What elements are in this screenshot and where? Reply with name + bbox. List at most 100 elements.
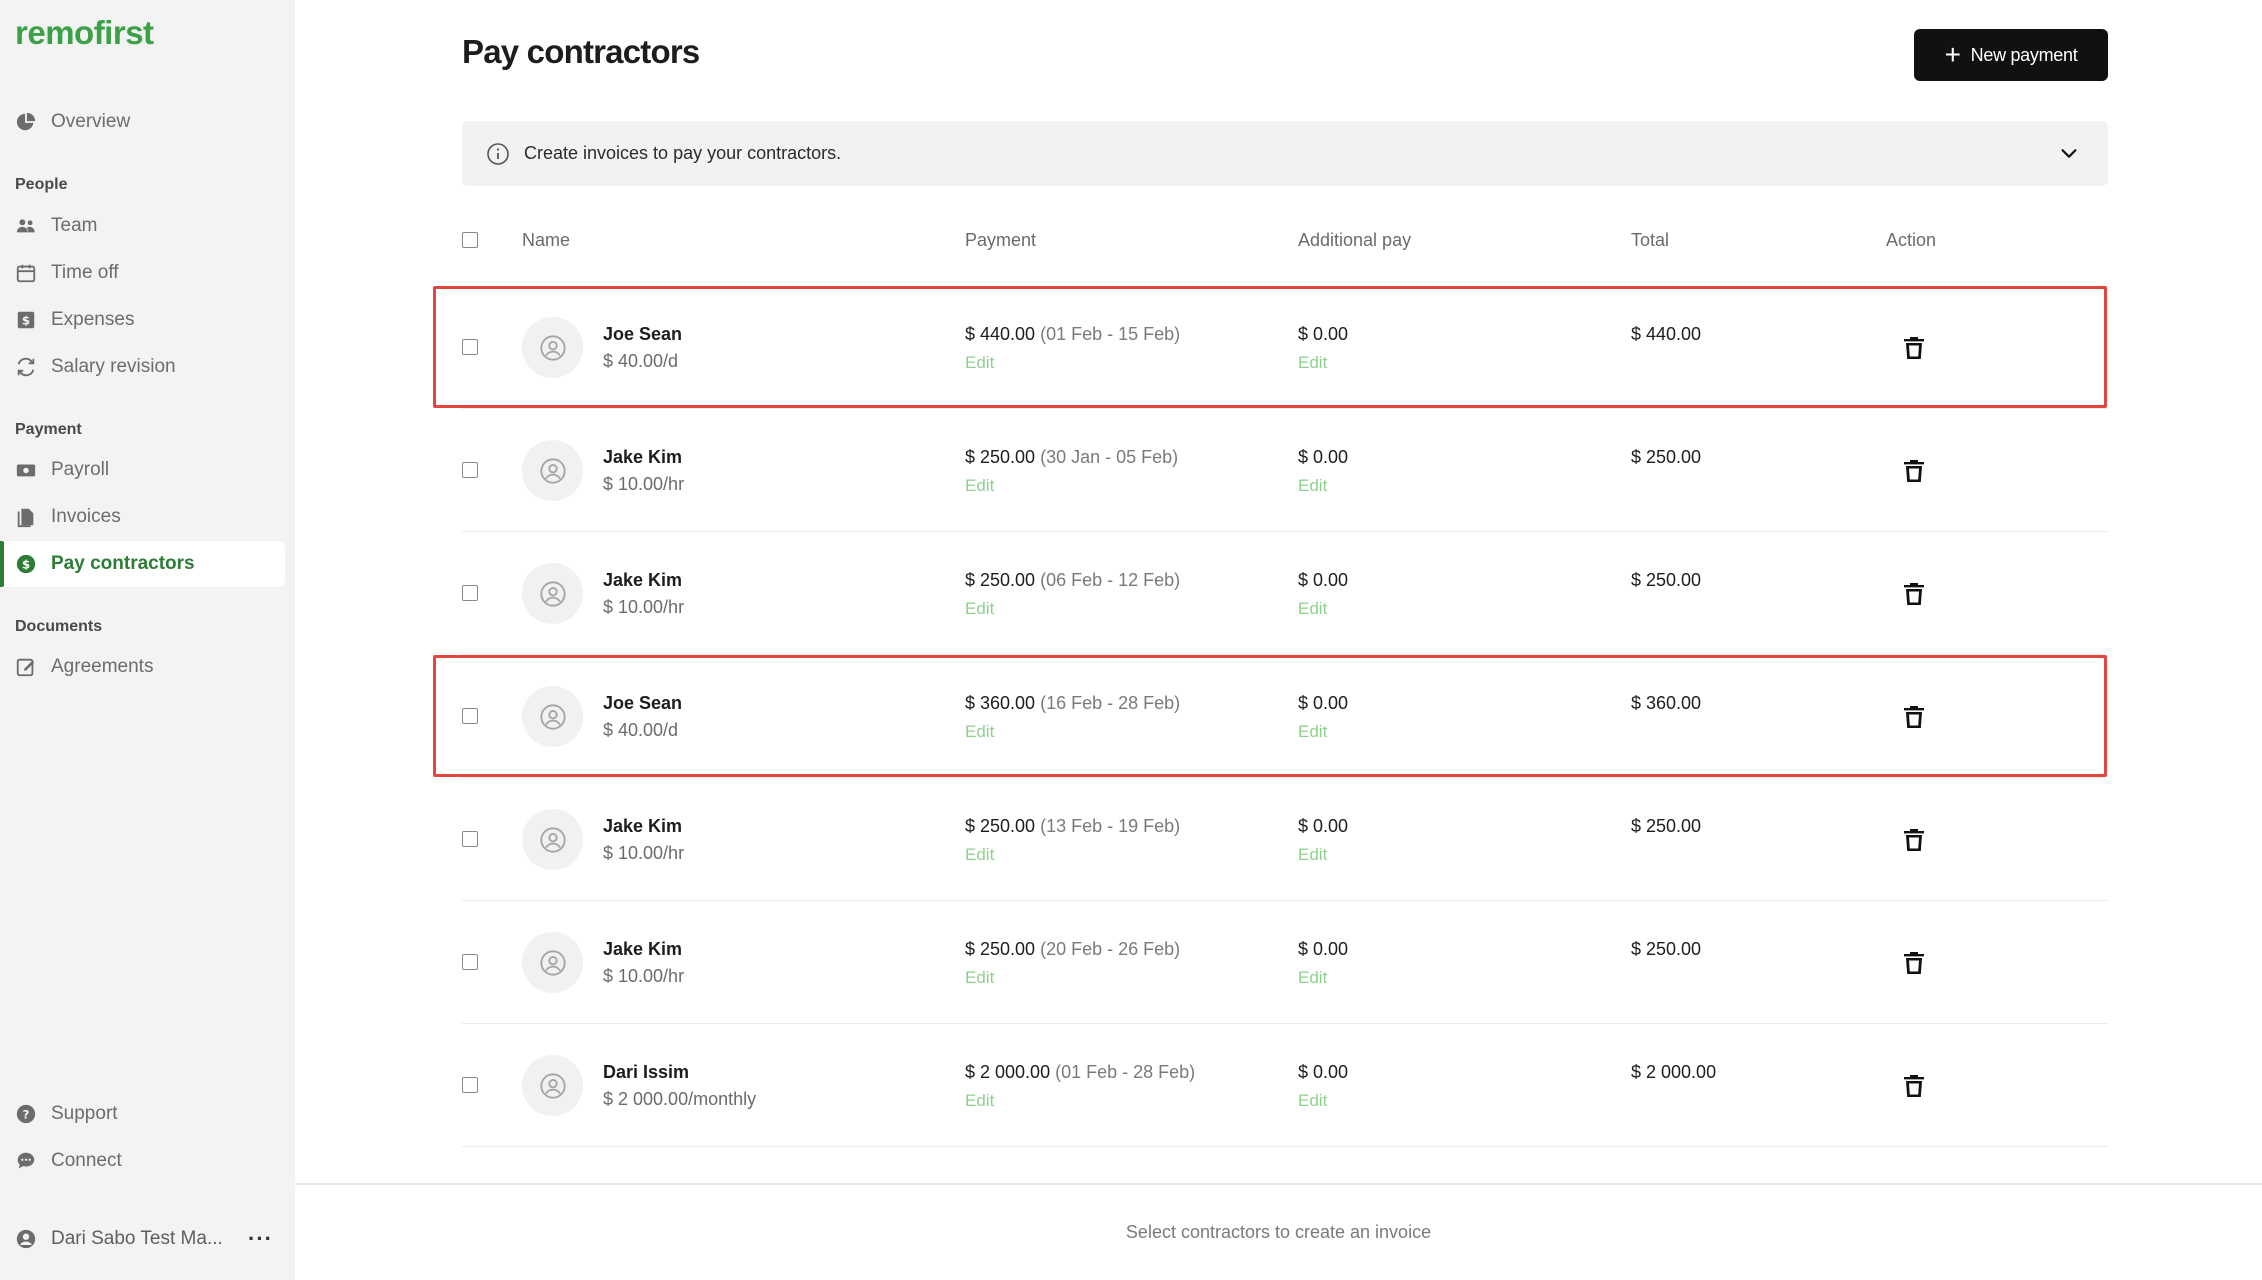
payment-period: (06 Feb - 12 Feb) bbox=[1040, 570, 1181, 590]
edit-additional-pay-link[interactable]: Edit bbox=[1298, 722, 1327, 742]
chevron-down-icon[interactable] bbox=[2058, 142, 2080, 164]
edit-payment-link[interactable]: Edit bbox=[965, 476, 994, 496]
edit-additional-pay-link[interactable]: Edit bbox=[1298, 968, 1327, 988]
svg-text:$: $ bbox=[22, 314, 30, 328]
sidebar-item-agreements[interactable]: Agreements bbox=[0, 644, 285, 690]
new-payment-button[interactable]: + New payment bbox=[1914, 29, 2108, 81]
row-checkbox[interactable] bbox=[462, 831, 478, 847]
row-checkbox[interactable] bbox=[462, 462, 478, 478]
payment-amount: $ 250.00 (20 Feb - 26 Feb) bbox=[965, 939, 1180, 960]
select-all-checkbox[interactable] bbox=[462, 232, 478, 248]
sidebar-item-support[interactable]: ? Support bbox=[0, 1091, 285, 1137]
table-row[interactable]: Jake Kim $ 10.00/hr $ 250.00 (20 Feb - 26 … bbox=[462, 901, 2108, 1024]
svg-text:?: ? bbox=[23, 1108, 30, 1122]
user-icon bbox=[15, 1228, 37, 1250]
user-icon bbox=[539, 826, 566, 853]
contractor-name: Dari Issim bbox=[603, 1062, 690, 1082]
contractor-rate: $ 10.00/hr bbox=[603, 597, 685, 617]
info-banner[interactable]: Create invoices to pay your contractors. bbox=[462, 121, 2108, 186]
help-icon: ? bbox=[15, 1103, 37, 1125]
column-header-name: Name bbox=[522, 230, 571, 250]
sidebar-item-time-off[interactable]: Time off bbox=[0, 250, 285, 296]
table-row[interactable]: Jake Kim $ 10.00/hr $ 250.00 (30 Jan - 05 … bbox=[462, 409, 2108, 532]
trash-icon[interactable] bbox=[1902, 581, 1926, 607]
table-row[interactable]: Joe Sean $ 40.00/d $ 360.00 (16 Feb - 28 F… bbox=[462, 655, 2108, 778]
contractor-rate: $ 10.00/hr bbox=[603, 966, 685, 986]
contractor-rate: $ 40.00/d bbox=[603, 720, 679, 740]
row-checkbox[interactable] bbox=[462, 708, 478, 724]
table-row[interactable]: Joe Sean $ 40.00/d $ 440.00 (01 Feb - 15 F… bbox=[462, 286, 2108, 409]
edit-payment-link[interactable]: Edit bbox=[965, 353, 994, 373]
row-checkbox[interactable] bbox=[462, 954, 478, 970]
sidebar-item-overview[interactable]: Overview bbox=[0, 99, 285, 145]
payment-value: $ 250.00 bbox=[965, 816, 1036, 836]
user-icon bbox=[539, 457, 566, 484]
trash-icon[interactable] bbox=[1902, 1073, 1926, 1099]
sidebar-item-payroll[interactable]: Payroll bbox=[0, 447, 285, 493]
sidebar-item-salary-revision[interactable]: Salary revision bbox=[0, 344, 285, 390]
sidebar-item-invoices[interactable]: Invoices bbox=[0, 494, 285, 540]
edit-additional-pay-link[interactable]: Edit bbox=[1298, 845, 1327, 865]
edit-additional-pay-link[interactable]: Edit bbox=[1298, 353, 1327, 373]
payment-amount: $ 360.00 (16 Feb - 28 Feb) bbox=[965, 693, 1180, 714]
trash-icon[interactable] bbox=[1902, 335, 1926, 361]
payment-period: (20 Feb - 26 Feb) bbox=[1040, 939, 1181, 959]
invoices-icon bbox=[15, 506, 37, 528]
sidebar-item-label: Expenses bbox=[51, 309, 135, 330]
user-icon bbox=[539, 949, 566, 976]
sidebar-item-pay-contractors[interactable]: $ Pay contractors bbox=[0, 541, 285, 587]
edit-additional-pay-link[interactable]: Edit bbox=[1298, 599, 1327, 619]
payment-period: (01 Feb - 15 Feb) bbox=[1040, 324, 1181, 344]
edit-payment-link[interactable]: Edit bbox=[965, 1091, 994, 1111]
edit-payment-link[interactable]: Edit bbox=[965, 722, 994, 742]
page-title: Pay contractors bbox=[462, 33, 700, 70]
payment-value: $ 250.00 bbox=[965, 447, 1036, 467]
table-row[interactable]: Dari Issim $ 2 000.00/monthly $ 2 000.00 (… bbox=[462, 1024, 2108, 1147]
total-amount: $ 250.00 bbox=[1631, 447, 1702, 467]
trash-icon[interactable] bbox=[1902, 458, 1926, 484]
row-checkbox[interactable] bbox=[462, 585, 478, 601]
sidebar: remofirst Overview People Team Time off $ E… bbox=[0, 0, 295, 1280]
additional-pay: $ 0.00 bbox=[1298, 1062, 1349, 1082]
sidebar-item-label: Connect bbox=[51, 1150, 122, 1171]
edit-payment-link[interactable]: Edit bbox=[965, 599, 994, 619]
row-checkbox[interactable] bbox=[462, 1077, 478, 1093]
user-menu[interactable]: Dari Sabo Test Ma... ··· bbox=[0, 1218, 285, 1260]
contractor-name: Jake Kim bbox=[603, 939, 683, 959]
contractor-name: Jake Kim bbox=[603, 570, 683, 590]
additional-pay: $ 0.00 bbox=[1298, 816, 1349, 836]
sidebar-item-label: Team bbox=[51, 215, 98, 236]
table-row[interactable]: Jake Kim $ 10.00/hr $ 250.00 (13 Feb - 19 … bbox=[462, 778, 2108, 901]
sidebar-item-label: Overview bbox=[51, 111, 131, 132]
payment-amount: $ 250.00 (06 Feb - 12 Feb) bbox=[965, 570, 1180, 591]
edit-payment-link[interactable]: Edit bbox=[965, 968, 994, 988]
trash-icon[interactable] bbox=[1902, 704, 1926, 730]
more-icon[interactable]: ··· bbox=[248, 1226, 273, 1252]
column-header-additional-pay: Additional pay bbox=[1298, 230, 1412, 250]
user-icon bbox=[539, 703, 566, 730]
logo[interactable]: remofirst bbox=[15, 14, 154, 52]
sidebar-item-team[interactable]: Team bbox=[0, 203, 285, 249]
sidebar-item-expenses[interactable]: $ Expenses bbox=[0, 297, 285, 343]
total-amount: $ 440.00 bbox=[1631, 324, 1702, 344]
row-checkbox[interactable] bbox=[462, 339, 478, 355]
section-documents: Documents bbox=[15, 618, 103, 635]
calendar-icon bbox=[15, 262, 37, 284]
trash-icon[interactable] bbox=[1902, 827, 1926, 853]
avatar bbox=[522, 317, 583, 378]
edit-additional-pay-link[interactable]: Edit bbox=[1298, 1091, 1327, 1111]
avatar bbox=[522, 1055, 583, 1116]
total-amount: $ 360.00 bbox=[1631, 693, 1702, 713]
contractor-name: Joe Sean bbox=[603, 324, 683, 344]
sidebar-item-connect[interactable]: Connect bbox=[0, 1138, 285, 1184]
sidebar-item-label: Time off bbox=[51, 262, 119, 283]
sidebar-item-label: Support bbox=[51, 1103, 118, 1124]
new-payment-label: New payment bbox=[1970, 44, 2078, 65]
trash-icon[interactable] bbox=[1902, 950, 1926, 976]
table-row[interactable]: Jake Kim $ 10.00/hr $ 250.00 (06 Feb - 12 … bbox=[462, 532, 2108, 655]
edit-additional-pay-link[interactable]: Edit bbox=[1298, 476, 1327, 496]
column-header-payment: Payment bbox=[965, 230, 1037, 250]
edit-payment-link[interactable]: Edit bbox=[965, 845, 994, 865]
contractor-rate: $ 10.00/hr bbox=[603, 843, 685, 863]
payment-period: (01 Feb - 28 Feb) bbox=[1055, 1062, 1196, 1082]
